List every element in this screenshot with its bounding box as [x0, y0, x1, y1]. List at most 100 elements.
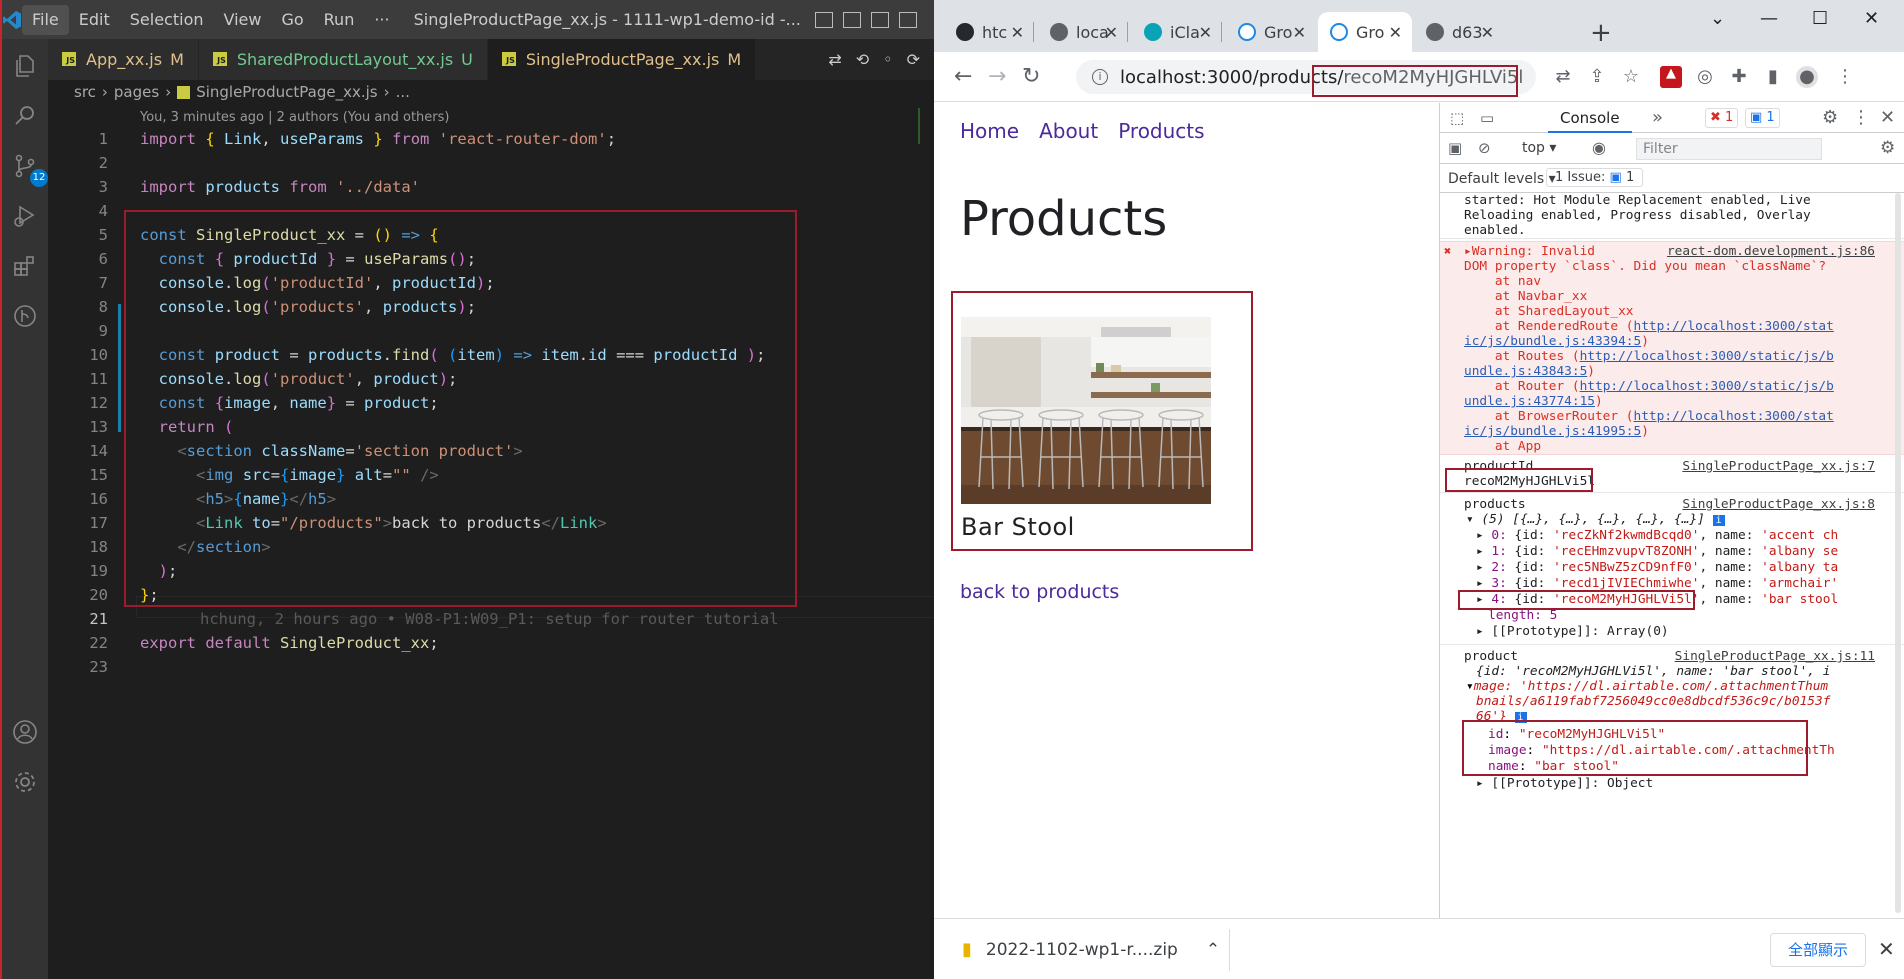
array-summary[interactable]: ▾ (5) [{…}, {…}, {…}, {…}, {…}] i — [1466, 512, 1725, 528]
nav-link-products[interactable]: Products — [1118, 119, 1204, 143]
customize-layout-icon[interactable] — [898, 11, 917, 28]
compare-changes-icon[interactable]: ⇄ — [828, 50, 841, 69]
extensions-puzzle-icon[interactable]: ✚ — [1728, 66, 1750, 88]
translate-icon[interactable]: ⇄ — [1552, 66, 1574, 88]
browser-menu-icon[interactable]: ⋮ — [1834, 66, 1856, 88]
bookmark-star-icon[interactable]: ☆ — [1620, 66, 1642, 88]
explorer-icon[interactable] — [10, 51, 40, 81]
breadcrumb-pages[interactable]: pages — [114, 83, 159, 101]
info-count-badge[interactable]: ▣ 1 — [1745, 108, 1780, 128]
log-source-link[interactable]: SingleProductPage_xx.js:11 — [1675, 649, 1875, 664]
breadcrumb-file[interactable]: SingleProductPage_xx.js — [196, 83, 377, 101]
array-item[interactable]: ▸ 3: {id: 'recd1jIVIEChmiwhe', name: 'ar… — [1476, 576, 1838, 591]
console-scrollbar[interactable] — [1895, 193, 1901, 913]
toggle-secondary-sidebar-icon[interactable] — [870, 11, 889, 28]
log-source-link[interactable]: SingleProductPage_xx.js:7 — [1682, 459, 1875, 474]
close-tab-icon[interactable]: ✕ — [1105, 23, 1118, 42]
array-item[interactable]: ▸ 0: {id: 'recZkNf2kwmdBcqd0', name: 'ac… — [1476, 528, 1838, 543]
profile-avatar-icon[interactable]: ● — [1796, 66, 1818, 88]
console-warning-message[interactable]: ✖ ▸Warning: Invalid react-dom.developmen… — [1440, 241, 1904, 455]
extension-icon[interactable]: ▲ — [1660, 66, 1682, 88]
object-prototype[interactable]: ▸ [[Prototype]]: Object — [1476, 776, 1653, 791]
tab-single-product-page[interactable]: JS SingleProductPage_xx.js M — [487, 39, 757, 80]
console-output[interactable]: started: Hot Module Replacement enabled,… — [1440, 193, 1904, 918]
new-tab-button[interactable]: + — [1590, 18, 1612, 48]
toggle-sidebar-icon[interactable] — [814, 11, 833, 28]
menu-view[interactable]: View — [214, 5, 272, 35]
sidebar-toggle-icon[interactable]: ▣ — [1448, 139, 1462, 157]
clear-console-icon[interactable]: ⊘ — [1478, 139, 1491, 157]
more-tabs-chevron-icon[interactable]: » — [1652, 107, 1663, 128]
extensions-icon[interactable] — [10, 251, 40, 281]
git-graph-icon[interactable] — [10, 301, 40, 331]
download-item[interactable]: ▮ 2022-1102-wp1-r....zip ⌃ — [962, 939, 1220, 960]
default-levels-dropdown[interactable]: Default levels ▾ — [1448, 171, 1556, 187]
code-editor[interactable]: You, 3 minutes ago | 2 authors (You and … — [48, 104, 936, 979]
browser-tab-iclass[interactable]: iCla ✕ — [1132, 12, 1222, 52]
search-icon[interactable] — [10, 101, 40, 131]
close-download-bar-icon[interactable]: ✕ — [1878, 937, 1895, 961]
close-devtools-icon[interactable]: ✕ — [1880, 107, 1895, 128]
browser-tab-react-active[interactable]: Gro ✕ — [1318, 12, 1412, 52]
share-icon[interactable]: ⇪ — [1586, 66, 1608, 88]
warning-source-link[interactable]: react-dom.development.js:86 — [1667, 244, 1875, 259]
browser-tab-react-1[interactable]: Gro ✕ — [1226, 12, 1316, 52]
tab-shared-product-layout[interactable]: JS SharedProductLayout_xx.js U — [198, 39, 488, 80]
close-window-icon[interactable]: ✕ — [1864, 8, 1879, 29]
source-control-icon[interactable]: 12 — [10, 151, 48, 187]
menu-selection[interactable]: Selection — [120, 5, 214, 35]
inspect-element-icon[interactable]: ⬚ — [1450, 109, 1464, 127]
toggle-panel-icon[interactable] — [842, 11, 861, 28]
close-tab-icon[interactable]: ✕ — [1481, 23, 1494, 42]
extension-icon-2[interactable]: ◎ — [1694, 66, 1716, 88]
devtools-settings-gear-icon[interactable]: ⚙ — [1822, 107, 1838, 128]
run-debug-icon[interactable] — [10, 201, 40, 231]
breadcrumb-symbol[interactable]: ... — [396, 83, 410, 101]
object-summary[interactable]: bnails/a6119fabf7256049cc0e8dbcdf536c9c/… — [1476, 694, 1830, 709]
nav-link-home[interactable]: Home — [960, 119, 1019, 143]
tab-app[interactable]: JS App_xx.js M — [48, 39, 199, 80]
git-codelens[interactable]: You, 3 minutes ago | 2 authors (You and … — [140, 110, 449, 125]
forward-arrow-icon[interactable]: → — [988, 64, 1006, 89]
minimap[interactable] — [918, 108, 934, 144]
timeline-icon[interactable]: ◦ — [883, 50, 892, 69]
browser-tab-localhost[interactable]: loca ✕ — [1038, 12, 1128, 52]
maximize-icon[interactable]: ☐ — [1812, 8, 1828, 29]
close-tab-icon[interactable]: ✕ — [1011, 23, 1024, 42]
menu-go[interactable]: Go — [271, 5, 313, 35]
accounts-icon[interactable] — [10, 717, 40, 747]
device-toolbar-icon[interactable]: ▭ — [1480, 109, 1494, 127]
close-tab-icon[interactable]: ✕ — [1293, 23, 1306, 42]
chevron-up-icon[interactable]: ⌃ — [1206, 940, 1220, 960]
issues-button[interactable]: 1 Issue: ▣ 1 — [1546, 168, 1644, 187]
vscode-logo-icon[interactable] — [2, 0, 22, 39]
go-back-icon[interactable]: ⟲ — [856, 50, 869, 69]
object-summary[interactable]: {id: 'recoM2MyHJGHLVi5l', name: 'bar sto… — [1476, 664, 1830, 679]
tab-console[interactable]: Console — [1548, 103, 1632, 133]
menu-edit[interactable]: Edit — [69, 5, 120, 35]
error-count-badge[interactable]: ✖ 1 — [1705, 108, 1739, 128]
minimize-icon[interactable]: — — [1760, 8, 1778, 29]
live-expression-eye-icon[interactable]: ◉ — [1592, 138, 1606, 157]
console-settings-gear-icon[interactable]: ⚙ — [1880, 138, 1895, 158]
site-info-icon[interactable]: i — [1092, 69, 1108, 85]
menu-file[interactable]: File — [22, 4, 69, 35]
object-summary[interactable]: ▾mage: 'https://dl.airtable.com/.attachm… — [1466, 679, 1828, 694]
back-arrow-icon[interactable]: ← — [954, 64, 972, 89]
back-to-products-link[interactable]: back to products — [960, 581, 1119, 603]
browser-tab-github[interactable]: htc ✕ — [944, 12, 1034, 52]
log-source-link[interactable]: SingleProductPage_xx.js:8 — [1682, 497, 1875, 512]
array-item[interactable]: ▸ 2: {id: 'rec5NBwZ5zCD9nfF0', name: 'al… — [1476, 560, 1838, 575]
go-forward-icon[interactable]: ⟳ — [907, 50, 920, 69]
show-all-button[interactable]: 全部顯示 — [1770, 933, 1866, 967]
side-panel-icon[interactable]: ▮ — [1762, 66, 1784, 88]
reload-icon[interactable]: ↻ — [1022, 64, 1040, 89]
close-tab-icon[interactable]: ✕ — [1389, 23, 1402, 42]
tab-search-chevron-icon[interactable]: ⌄ — [1710, 8, 1725, 29]
devtools-menu-icon[interactable]: ⋮ — [1852, 107, 1870, 128]
breadcrumb-src[interactable]: src — [74, 83, 96, 101]
array-item[interactable]: ▸ 1: {id: 'recEHmzvupvT8ZONH', name: 'al… — [1476, 544, 1838, 559]
array-prototype[interactable]: ▸ [[Prototype]]: Array(0) — [1476, 624, 1669, 639]
console-filter-input[interactable]: Filter — [1636, 138, 1822, 160]
manage-gear-icon[interactable] — [10, 767, 40, 797]
